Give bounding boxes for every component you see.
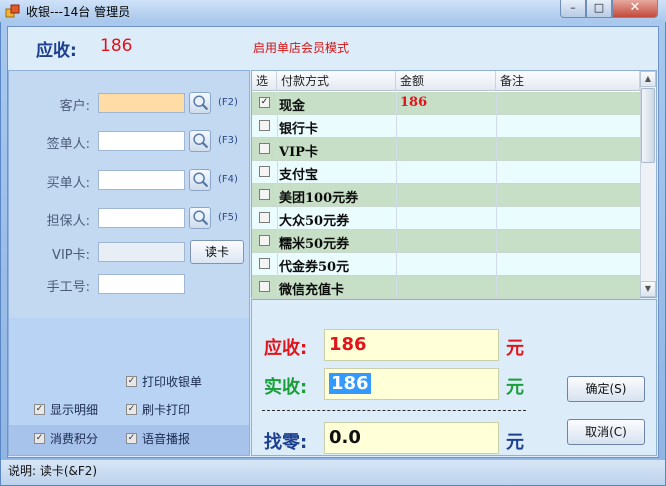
scroll-down-arrow-icon[interactable]: ▼ xyxy=(640,281,656,297)
customer-field[interactable] xyxy=(98,93,185,113)
summary-change-unit: 元 xyxy=(506,432,524,453)
summary-paid-label: 实收: xyxy=(264,377,308,398)
customer-label: 客户: xyxy=(59,99,90,114)
signer-field[interactable] xyxy=(98,131,185,151)
column-divider xyxy=(277,92,278,297)
guarantor-shortcut: (F5) xyxy=(218,212,238,223)
summary-change-label: 找零: xyxy=(264,432,308,453)
minimize-button[interactable]: – xyxy=(560,0,586,18)
customer-shortcut: (F2) xyxy=(218,97,238,108)
card-print-label: 刷卡打印 xyxy=(142,403,191,417)
column-divider xyxy=(496,92,497,297)
payment-row[interactable]: VIP卡 xyxy=(252,138,640,161)
guarantor-lookup-button[interactable] xyxy=(189,207,211,229)
payment-amount[interactable]: 186 xyxy=(400,95,427,110)
payment-row-checkbox[interactable] xyxy=(259,258,270,269)
payment-method-name: 糯米50元券 xyxy=(279,237,350,252)
payment-row-checkbox[interactable] xyxy=(259,120,270,131)
voice-broadcast-label: 语音播报 xyxy=(142,432,191,446)
column-header-note[interactable]: 备注 xyxy=(496,71,640,91)
read-card-button[interactable]: 读卡 xyxy=(190,240,244,264)
cancel-button[interactable]: 取消(C) xyxy=(567,419,645,445)
scroll-up-arrow-icon[interactable]: ▲ xyxy=(640,71,656,87)
manual-number-label: 手工号: xyxy=(46,280,90,295)
status-bar xyxy=(1,459,665,485)
confirm-button[interactable]: 确定(S) xyxy=(567,376,645,402)
magnifier-icon xyxy=(193,133,208,148)
status-text: 说明: 读卡(&F2) xyxy=(8,464,98,478)
payment-row-checkbox[interactable] xyxy=(259,235,270,246)
column-header-select[interactable]: 选 xyxy=(252,71,277,91)
payment-row-checkbox[interactable]: ✓ xyxy=(259,97,270,108)
payment-method-name: 银行卡 xyxy=(279,122,319,137)
buyer-label: 买单人: xyxy=(46,176,90,191)
payment-row-checkbox[interactable] xyxy=(259,281,270,292)
vip-card-field[interactable] xyxy=(98,242,185,262)
customer-lookup-button[interactable] xyxy=(189,92,211,114)
payment-method-name: 现金 xyxy=(279,99,306,114)
buyer-lookup-button[interactable] xyxy=(189,169,211,191)
summary-due-value: 186 xyxy=(324,329,499,361)
summary-divider xyxy=(262,410,526,411)
buyer-field[interactable] xyxy=(98,170,185,190)
vip-card-label: VIP卡: xyxy=(52,248,90,263)
payment-row[interactable]: 支付宝 xyxy=(252,161,640,184)
consume-points-checkbox[interactable]: ✓ xyxy=(34,433,45,444)
manual-number-field[interactable] xyxy=(98,274,185,294)
guarantor-label: 担保人: xyxy=(46,214,90,229)
payment-row-checkbox[interactable] xyxy=(259,166,270,177)
banner-due-label: 应收: xyxy=(36,41,77,61)
payment-method-name: 支付宝 xyxy=(279,168,319,183)
magnifier-icon xyxy=(193,172,208,187)
column-header-amount[interactable]: 金额 xyxy=(396,71,496,91)
payment-method-name: 美团100元券 xyxy=(279,191,359,206)
signer-shortcut: (F3) xyxy=(218,135,238,146)
show-detail-label: 显示明细 xyxy=(50,403,99,417)
print-receipt-label: 打印收银单 xyxy=(142,375,203,389)
summary-paid-value: 186 xyxy=(329,373,371,394)
payment-method-name: VIP卡 xyxy=(279,145,318,160)
summary-paid-unit: 元 xyxy=(506,377,524,398)
magnifier-icon xyxy=(193,210,208,225)
payment-row[interactable]: 糯米50元券 xyxy=(252,230,640,253)
payment-method-name: 大众50元券 xyxy=(279,214,350,229)
payment-method-name: 微信充值卡 xyxy=(279,283,345,298)
consume-points-label: 消费积分 xyxy=(50,432,99,446)
magnifier-icon xyxy=(193,95,208,110)
summary-paid-field[interactable]: 186 xyxy=(324,368,499,400)
payment-row[interactable]: 银行卡 xyxy=(252,115,640,138)
column-header-method[interactable]: 付款方式 xyxy=(277,71,396,91)
close-button[interactable]: ✕ xyxy=(612,0,658,18)
scroll-thumb[interactable] xyxy=(641,88,655,163)
payment-row-checkbox[interactable] xyxy=(259,143,270,154)
signer-lookup-button[interactable] xyxy=(189,130,211,152)
payment-row[interactable]: 美团100元券 xyxy=(252,184,640,207)
column-divider xyxy=(396,92,397,297)
print-receipt-checkbox[interactable]: ✓ xyxy=(126,376,137,387)
window-title: 收银---14台 管理员 xyxy=(26,5,131,19)
payment-row-checkbox[interactable] xyxy=(259,212,270,223)
app-icon xyxy=(5,4,20,18)
member-mode-notice: 启用单店会员模式 xyxy=(253,41,350,55)
card-print-checkbox[interactable]: ✓ xyxy=(126,404,137,415)
summary-due-label: 应收: xyxy=(264,338,308,359)
maximize-button[interactable]: □ xyxy=(586,0,612,18)
buyer-shortcut: (F4) xyxy=(218,174,238,185)
guarantor-field[interactable] xyxy=(98,208,185,228)
payment-row-checkbox[interactable] xyxy=(259,189,270,200)
payment-row[interactable]: 代金券50元 xyxy=(252,253,640,276)
payment-method-name: 代金券50元 xyxy=(279,260,350,275)
signer-label: 签单人: xyxy=(46,137,90,152)
payment-row[interactable]: ✓ 现金 186 xyxy=(252,92,640,115)
summary-due-unit: 元 xyxy=(506,338,524,359)
summary-change-value: 0.0 xyxy=(324,422,499,454)
payment-row[interactable]: 大众50元券 xyxy=(252,207,640,230)
voice-broadcast-checkbox[interactable]: ✓ xyxy=(126,433,137,444)
show-detail-checkbox[interactable]: ✓ xyxy=(34,404,45,415)
banner-due-value: 186 xyxy=(100,36,133,56)
payment-row[interactable]: 微信充值卡 xyxy=(252,276,640,299)
